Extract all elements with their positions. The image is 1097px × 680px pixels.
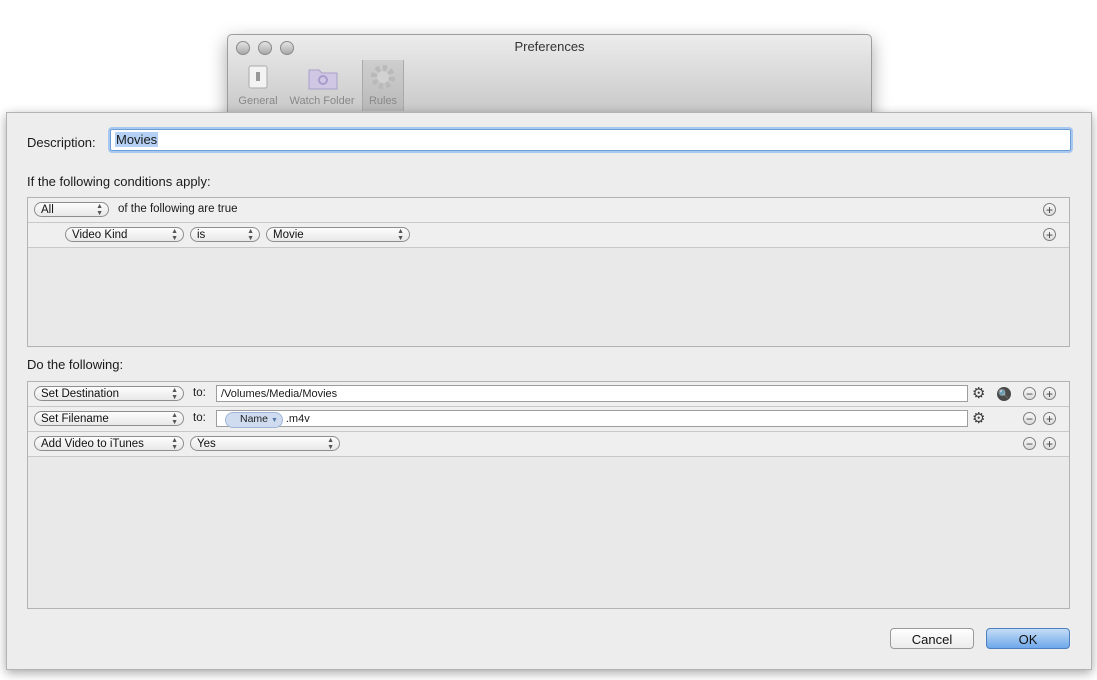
popup-arrows-icon: ▲ ▼ <box>171 437 178 451</box>
condition-header-row: All ▲ ▼ of the following are true + <box>28 198 1069 223</box>
add-action-button[interactable]: + <box>1043 412 1056 425</box>
reveal-magnifier-icon[interactable]: 🔍 <box>997 387 1011 401</box>
remove-action-button[interactable]: − <box>1023 412 1036 425</box>
action-popup[interactable]: Set Destination ▲ ▼ <box>34 386 184 401</box>
name-token[interactable]: Name ▼ <box>225 412 283 428</box>
conditions-heading: If the following conditions apply: <box>27 174 211 189</box>
popup-arrows-icon: ▲ ▼ <box>171 387 178 401</box>
description-field[interactable]: Movies <box>110 129 1071 151</box>
action-popup[interactable]: Set Filename ▲ ▼ <box>34 411 184 426</box>
switch-icon <box>243 62 273 92</box>
add-condition-button[interactable]: + <box>1043 228 1056 241</box>
actions-heading: Do the following: <box>27 357 124 372</box>
gear-icon[interactable]: ⚙ <box>972 386 985 401</box>
token-chevron-icon: ▼ <box>270 417 278 424</box>
preferences-toolbar: Preferences General Watch Folder Rules <box>228 35 871 113</box>
action-row: Add Video to iTunes ▲ ▼ Yes ▲ ▼ − + <box>28 432 1069 457</box>
ok-button[interactable]: OK <box>986 628 1070 649</box>
match-popup[interactable]: All ▲ ▼ <box>34 202 109 217</box>
destination-path-field[interactable]: /Volumes/Media/Movies <box>216 385 968 402</box>
cancel-button[interactable]: Cancel <box>890 628 974 649</box>
popup-arrows-icon: ▲ ▼ <box>96 203 103 217</box>
condition-field-popup[interactable]: Video Kind ▲ ▼ <box>65 227 184 242</box>
action-popup[interactable]: Add Video to iTunes ▲ ▼ <box>34 436 184 451</box>
popup-arrows-icon: ▲ ▼ <box>327 437 334 451</box>
rule-editor-sheet: Description: Movies If the following con… <box>6 112 1092 670</box>
action-row: Set Destination ▲ ▼ to: /Volumes/Media/Mo… <box>28 382 1069 407</box>
remove-action-button[interactable]: − <box>1023 387 1036 400</box>
gear-icon <box>368 62 398 92</box>
folder-icon <box>307 62 338 92</box>
popup-arrows-icon: ▲ ▼ <box>247 228 254 242</box>
toolbar-general[interactable]: General <box>228 62 288 107</box>
toolbar-rules[interactable]: Rules <box>362 60 404 111</box>
itunes-value-popup[interactable]: Yes ▲ ▼ <box>190 436 340 451</box>
remove-action-button[interactable]: − <box>1023 437 1036 450</box>
condition-value-popup[interactable]: Movie ▲ ▼ <box>266 227 410 242</box>
actions-box: Set Destination ▲ ▼ to: /Volumes/Media/Mo… <box>27 381 1070 609</box>
description-label: Description: <box>27 135 96 150</box>
action-row: Set Filename ▲ ▼ to: Name ▼ .m4v ⚙ − + <box>28 407 1069 432</box>
condition-row: Video Kind ▲ ▼ is ▲ ▼ Movie ▲ ▼ + <box>28 223 1069 248</box>
match-text: of the following are true <box>118 203 238 215</box>
to-label: to: <box>193 412 206 424</box>
window-title: Preferences <box>514 39 585 54</box>
gear-icon[interactable]: ⚙ <box>972 411 985 426</box>
to-label: to: <box>193 387 206 399</box>
popup-arrows-icon: ▲ ▼ <box>397 228 404 242</box>
add-action-button[interactable]: + <box>1043 387 1056 400</box>
condition-operator-popup[interactable]: is ▲ ▼ <box>190 227 260 242</box>
filename-field[interactable]: Name ▼ .m4v <box>216 410 968 428</box>
popup-arrows-icon: ▲ ▼ <box>171 228 178 242</box>
toolbar-watch-folder[interactable]: Watch Folder <box>289 62 355 107</box>
add-action-button[interactable]: + <box>1043 437 1056 450</box>
conditions-box: All ▲ ▼ of the following are true + Video… <box>27 197 1070 347</box>
popup-arrows-icon: ▲ ▼ <box>171 412 178 426</box>
add-condition-button[interactable]: + <box>1043 203 1056 216</box>
